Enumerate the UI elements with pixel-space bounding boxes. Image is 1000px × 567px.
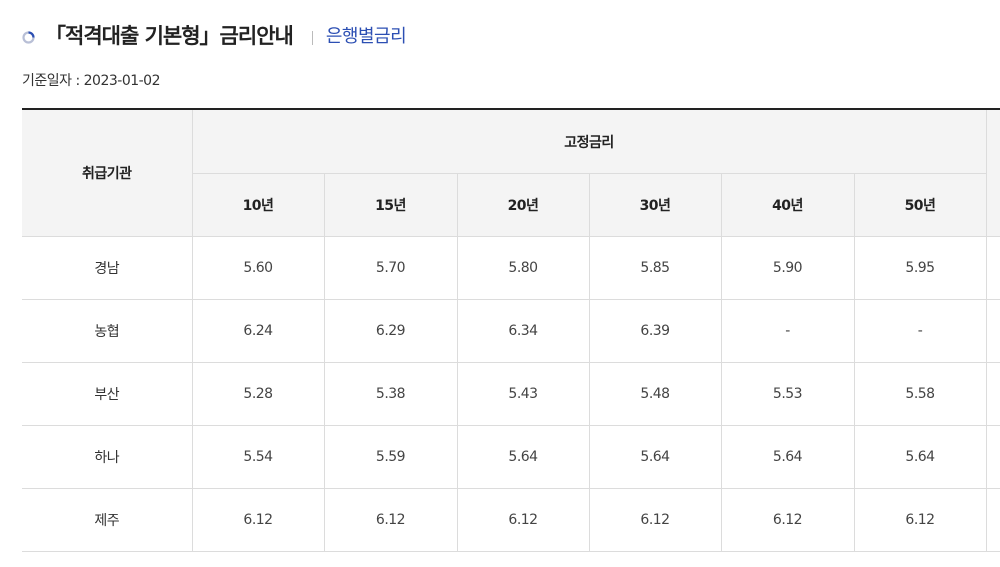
term-header: 50년 xyxy=(854,173,987,237)
term-header: 30년 xyxy=(589,173,722,237)
rate-cell: 6.24 xyxy=(192,299,325,363)
rate-cell: - xyxy=(854,299,987,363)
rate-cell: 5.60 xyxy=(192,236,325,300)
fixed-rate-header: 고정금리 xyxy=(192,108,987,174)
rate-cell: 5.48 xyxy=(589,362,722,426)
rate-cell: 6.12 xyxy=(854,488,987,552)
base-date: 기준일자 : 2023-01-02 xyxy=(22,73,161,89)
rate-cell: 6.12 xyxy=(721,488,855,552)
rate-cell: 5.70 xyxy=(324,236,458,300)
rate-cell: 5.53 xyxy=(721,362,855,426)
rate-cell: 6.12 xyxy=(589,488,722,552)
bank-rates-link[interactable]: 은행별금리 xyxy=(326,22,407,48)
term-header: 40년 xyxy=(721,173,855,237)
rate-cell: 6.12 xyxy=(457,488,590,552)
rate-cell: 5.54 xyxy=(192,425,325,489)
table-row: 경남 5.60 5.70 5.80 5.85 5.90 5.95 xyxy=(22,236,1000,300)
table-row: 부산 5.28 5.38 5.43 5.48 5.53 5.58 xyxy=(22,362,1000,426)
rate-table: 취급기관 고정금리 10년 15년 20년 30년 40년 50년 경남 5.60 5.70 5… xyxy=(22,108,1000,552)
rate-cell: 6.29 xyxy=(324,299,458,363)
rate-cell: 5.95 xyxy=(854,236,987,300)
bank-name-cell: 부산 xyxy=(22,362,193,426)
circle-bullet-icon xyxy=(22,29,35,44)
rate-cell: 6.12 xyxy=(324,488,458,552)
rate-cell: 5.64 xyxy=(721,425,855,489)
title-divider xyxy=(311,31,313,45)
rate-cell: 5.59 xyxy=(324,425,458,489)
overflow-cell xyxy=(986,425,1000,489)
rate-cell: 5.90 xyxy=(721,236,855,300)
rate-cell: - xyxy=(721,299,855,363)
rate-cell: 5.43 xyxy=(457,362,590,426)
bank-name-cell: 하나 xyxy=(22,425,193,489)
rate-cell: 5.38 xyxy=(324,362,458,426)
bank-name-cell: 농협 xyxy=(22,299,193,363)
term-header: 10년 xyxy=(192,173,325,237)
rate-cell: 5.85 xyxy=(589,236,722,300)
table-row: 제주 6.12 6.12 6.12 6.12 6.12 6.12 xyxy=(22,488,1000,552)
bank-name-cell: 경남 xyxy=(22,236,193,300)
rate-cell: 5.28 xyxy=(192,362,325,426)
page-header: 「적격대출 기본형」금리안내 은행별금리 xyxy=(22,19,407,51)
bank-name-cell: 제주 xyxy=(22,488,193,552)
table-row: 농협 6.24 6.29 6.34 6.39- - xyxy=(22,299,1000,363)
rate-cell: 5.58 xyxy=(854,362,987,426)
rate-cell: 6.12 xyxy=(192,488,325,552)
term-header: 15년 xyxy=(324,173,458,237)
table-row: 하나 5.54 5.59 5.64 5.64 5.64 5.64 xyxy=(22,425,1000,489)
overflow-header xyxy=(986,108,1000,237)
overflow-cell xyxy=(986,488,1000,552)
overflow-cell xyxy=(986,236,1000,300)
term-header: 20년 xyxy=(457,173,590,237)
rate-cell: 5.80 xyxy=(457,236,590,300)
rate-cell: 5.64 xyxy=(589,425,722,489)
rate-cell: 6.39 xyxy=(589,299,722,363)
rate-cell: 5.64 xyxy=(457,425,590,489)
rate-cell: 6.34 xyxy=(457,299,590,363)
page-title: 「적격대출 기본형」금리안내 xyxy=(45,24,294,48)
institution-header: 취급기관 xyxy=(22,108,193,237)
overflow-cell xyxy=(986,362,1000,426)
overflow-cell xyxy=(986,299,1000,363)
rate-cell: 5.64 xyxy=(854,425,987,489)
